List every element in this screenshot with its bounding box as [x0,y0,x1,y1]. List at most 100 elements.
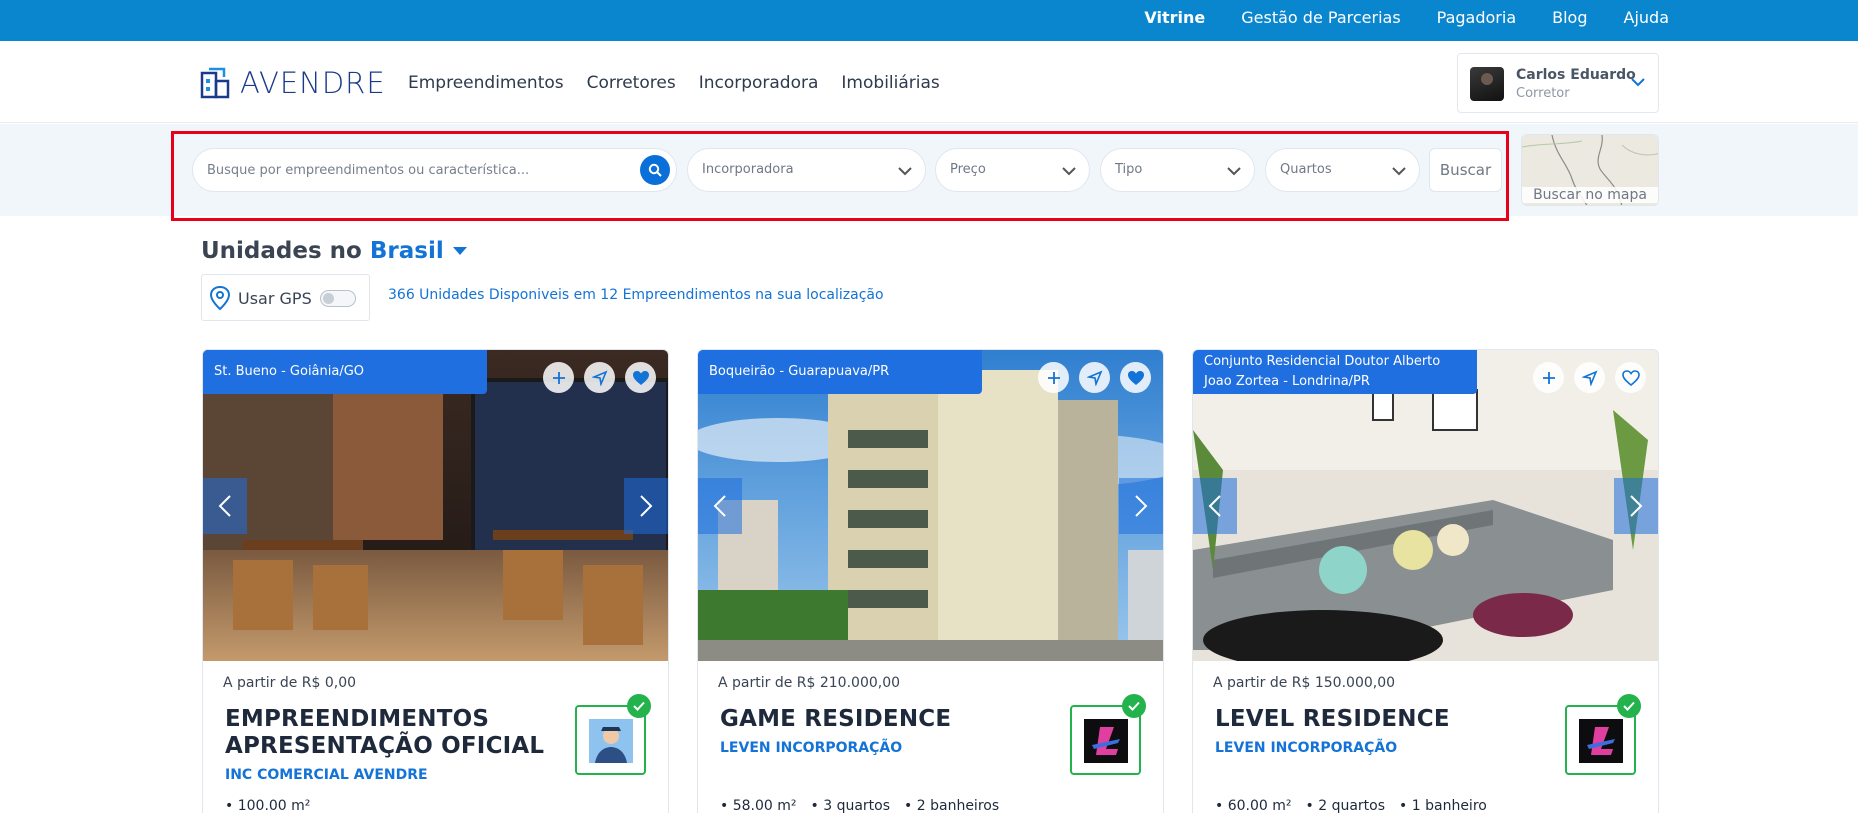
price-label: A partir de R$ 210.000,00 [718,675,901,691]
map-search-label: Buscar no mapa [1522,187,1658,203]
main-header: AVENDRE Empreendimentos Corretores Incor… [0,41,1858,123]
top-nav-blog[interactable]: Blog [1552,8,1587,27]
directions-button[interactable] [1079,362,1110,393]
favorite-button[interactable] [1120,362,1151,393]
user-menu[interactable]: Carlos Eduardo Corretor [1457,53,1659,113]
prev-image-button[interactable] [1193,478,1237,534]
top-nav: Vitrine Gestão de Parcerias Pagadoria Bl… [1144,0,1669,34]
chevron-right-icon [640,495,653,517]
verified-badge [1617,694,1641,718]
add-button[interactable] [1038,362,1069,393]
restaurant-photo [203,350,668,661]
property-title[interactable]: GAME RESIDENCE [720,706,1050,733]
nav-incorporadora[interactable]: Incorporadora [699,73,819,93]
plus-icon [552,371,565,384]
favorite-button[interactable] [625,362,656,393]
navigation-arrow-icon [1086,370,1102,386]
card-actions [1038,362,1151,393]
chevron-left-icon [1208,495,1221,517]
builder-name[interactable]: LEVEN INCORPORAÇÃO [720,740,902,756]
chevron-down-icon [1631,78,1645,87]
top-bar: Vitrine Gestão de Parcerias Pagadoria Bl… [0,0,1858,41]
location-tag: Boqueirão - Guarapuava/PR [698,350,982,394]
logo[interactable]: AVENDRE [200,66,386,100]
nav-corretores[interactable]: Corretores [587,73,676,93]
spec-area: 100.00 m² [225,798,311,813]
chevron-right-icon [1135,495,1148,517]
plus-icon [1542,371,1555,384]
user-name: Carlos Eduardo [1516,67,1636,83]
favorite-button[interactable] [1615,362,1646,393]
heart-outline-icon [1621,369,1640,386]
next-image-button[interactable] [1119,478,1163,534]
property-image[interactable]: St. Bueno - Goiânia/GO [203,350,668,661]
map-search-button[interactable]: Buscar no mapa [1521,134,1659,206]
units-title-prefix: Unidades no [201,238,362,264]
property-title[interactable]: EMPREENDIMENTOS APRESENTAÇÃO OFICIAL [225,706,555,760]
builder-name[interactable]: LEVEN INCORPORAÇÃO [1215,740,1397,756]
property-specs: 58.00 m² 3 quartos 2 banheiros [720,798,999,813]
logo-text: AVENDRE [240,66,386,100]
nav-empreendimentos[interactable]: Empreendimentos [408,73,564,93]
location-selector[interactable]: Brasil [370,238,444,264]
add-button[interactable] [543,362,574,393]
property-specs: 100.00 m² [225,798,311,813]
chevron-left-icon [713,495,726,517]
heart-icon [632,370,649,385]
chevron-right-icon [1630,495,1643,517]
next-image-button[interactable] [624,478,668,534]
property-card[interactable]: Conjunto Residencial Doutor Alberto Joao… [1192,349,1659,813]
caret-down-icon[interactable] [452,245,468,257]
directions-button[interactable] [584,362,615,393]
units-available-text: 366 Unidades Disponiveis em 12 Empreendi… [388,287,884,303]
nav-imobiliarias[interactable]: Imobiliárias [841,73,939,93]
verified-badge [627,694,651,718]
location-tag: Conjunto Residencial Doutor Alberto Joao… [1193,350,1477,394]
top-nav-vitrine[interactable]: Vitrine [1144,8,1205,27]
map-pin-icon [209,285,231,311]
builder-name[interactable]: INC COMERCIAL AVENDRE [225,767,428,783]
property-specs: 60.00 m² 2 quartos 1 banheiro [1215,798,1487,813]
spec-area: 58.00 m² [720,798,797,813]
user-role: Corretor [1516,86,1570,101]
gps-toggle[interactable] [320,290,356,307]
navigation-arrow-icon [1581,370,1597,386]
next-image-button[interactable] [1614,478,1658,534]
card-actions [543,362,656,393]
prev-image-button[interactable] [203,478,247,534]
heart-icon [1127,370,1144,385]
building-photo [698,350,1163,661]
location-tag: St. Bueno - Goiânia/GO [203,350,487,394]
spec-bathrooms: 2 banheiros [904,798,999,813]
spec-bedrooms: 2 quartos [1306,798,1385,813]
property-card[interactable]: St. Bueno - Goiânia/GO A partir de R$ 0,… [202,349,669,813]
directions-button[interactable] [1574,362,1605,393]
property-image[interactable]: Boqueirão - Guarapuava/PR [698,350,1163,661]
leven-logo-icon [1084,719,1128,763]
top-nav-ajuda[interactable]: Ajuda [1624,8,1670,27]
price-label: A partir de R$ 0,00 [223,675,357,691]
top-nav-gestao-parcerias[interactable]: Gestão de Parcerias [1241,8,1400,27]
top-nav-pagadoria[interactable]: Pagadoria [1437,8,1516,27]
spec-bathrooms: 1 banheiro [1399,798,1487,813]
chevron-left-icon [218,495,231,517]
gps-label: Usar GPS [238,289,312,308]
logo-mark-icon [200,67,230,99]
avatar [1470,67,1504,101]
property-image[interactable]: Conjunto Residencial Doutor Alberto Joao… [1193,350,1658,661]
property-card[interactable]: Boqueirão - Guarapuava/PR A partir de R$… [697,349,1164,813]
search-highlight-box [171,131,1509,221]
check-icon [1128,701,1140,711]
property-title[interactable]: LEVEL RESIDENCE [1215,706,1545,733]
check-icon [1623,701,1635,711]
spec-bedrooms: 3 quartos [811,798,890,813]
builder-avatar-icon [589,719,633,763]
living-room-photo [1193,350,1658,661]
verified-badge [1122,694,1146,718]
add-button[interactable] [1533,362,1564,393]
prev-image-button[interactable] [698,478,742,534]
gps-control: Usar GPS [201,274,370,321]
plus-icon [1047,371,1060,384]
leven-logo-icon [1579,719,1623,763]
page-title: Unidades no Brasil [201,238,468,264]
